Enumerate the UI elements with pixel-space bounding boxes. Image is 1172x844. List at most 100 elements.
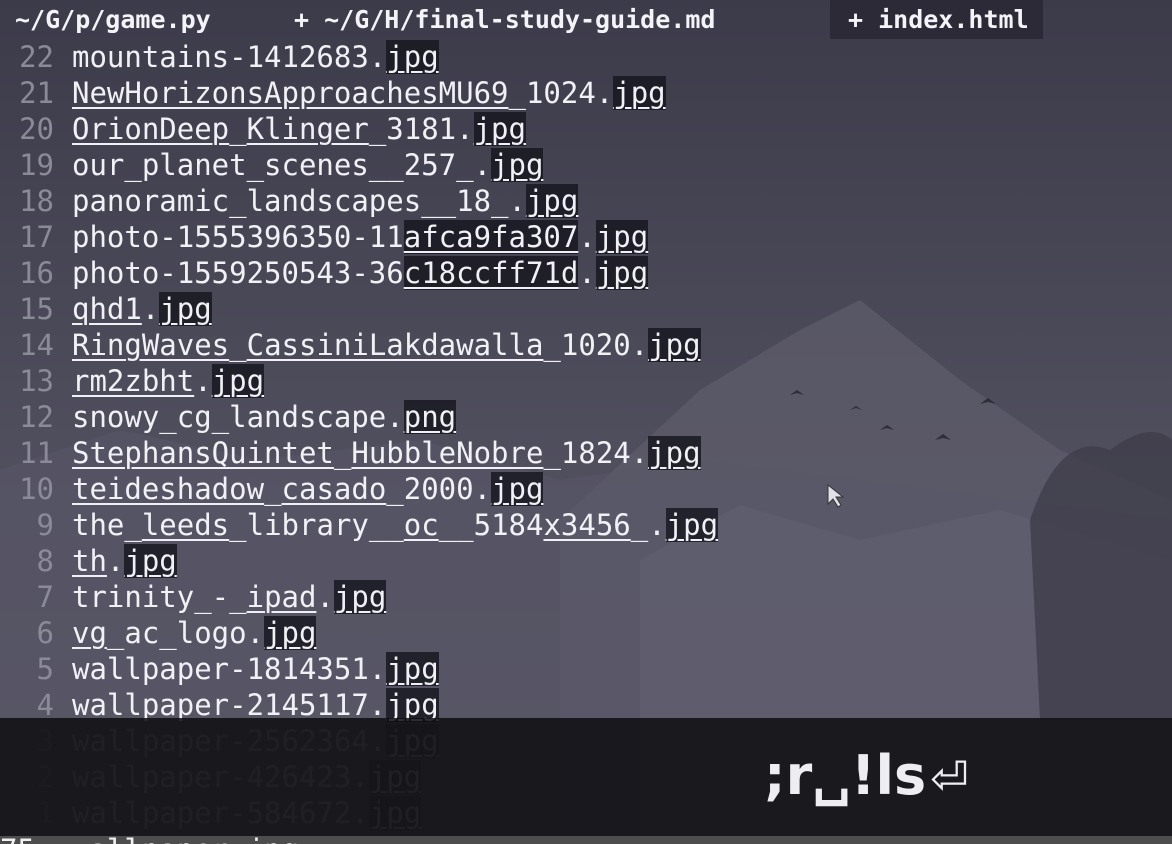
filename-segment: ipad — [246, 580, 317, 614]
buffer-line[interactable]: 11 StephansQuintet_HubbleNobre_1824.jpg — [0, 435, 1172, 471]
highlighted-segment: jpg — [648, 328, 701, 362]
filename-segment: snowy_cg_landscape. — [72, 400, 404, 434]
highlighted-segment: jpg — [595, 220, 649, 254]
line-number: 20 — [19, 112, 54, 146]
highlighted-segment: jpg — [665, 508, 719, 542]
filename-segment: __5184 — [438, 508, 544, 542]
filename-text: mountains-1412683.jpg — [72, 39, 439, 75]
filename-text: photo-1555396350-11afca9fa307.jpg — [72, 219, 649, 255]
buffer-line[interactable]: 21 NewHorizonsApproachesMU69_1024.jpg — [0, 75, 1172, 111]
filename-segment: our_planet_scenes__257_. — [72, 148, 492, 182]
buffer-line[interactable]: 15 qhd1.jpg — [0, 291, 1172, 327]
filename-segment: vg — [72, 616, 107, 650]
highlighted-segment: jpg — [613, 76, 666, 110]
line-number: 19 — [19, 148, 54, 182]
filename-segment: . — [194, 364, 212, 398]
filename-segment: . — [578, 256, 596, 290]
buffer-line[interactable]: 8 th.jpg — [0, 543, 1172, 579]
filename-segment: photo-1559250543-36 — [72, 256, 404, 290]
filename-segment: trinity_-_ — [72, 580, 247, 614]
buffer-line[interactable]: 19 our_planet_scenes__257_.jpg — [0, 147, 1172, 183]
filename-segment: . — [141, 292, 160, 326]
filename-segment: wallpaper-1814351. — [72, 652, 387, 686]
current-line-number: 75 — [0, 836, 35, 844]
buffer-line[interactable]: 16 photo-1559250543-36c18ccff71d.jpg — [0, 255, 1172, 291]
highlighted-segment: jpg — [595, 256, 649, 290]
current-line-row: 75 wallpaper.jpg — [0, 836, 1172, 844]
filename-segment: _ — [264, 472, 282, 506]
filename-segment: panoramic_landscapes__18_. — [72, 184, 526, 218]
line-number: 9 — [36, 508, 54, 542]
highlighted-segment: afca9fa307 — [403, 220, 579, 254]
line-number: 12 — [19, 400, 54, 434]
filename-segment: _ac_logo. — [106, 616, 265, 650]
filename-text: th.jpg — [72, 543, 177, 579]
highlighted-segment: jpg — [648, 436, 701, 470]
highlighted-segment: jpg — [386, 688, 439, 722]
filename-text: snowy_cg_landscape.png — [72, 399, 457, 435]
tab-index-html[interactable]: + index.html — [830, 0, 1043, 39]
filename-segment: rm2zbht — [72, 364, 195, 398]
filename-segment: RingWaves — [72, 328, 230, 362]
filename-segment: teideshadow — [72, 472, 265, 506]
line-number: 6 — [36, 616, 54, 650]
buffer-line[interactable]: 14 RingWaves_CassiniLakdawalla_1020.jpg — [0, 327, 1172, 363]
line-number: 14 — [19, 328, 54, 362]
line-number: 22 — [19, 40, 54, 74]
filename-segment: _1824. — [543, 436, 649, 470]
buffer-line[interactable]: 12 snowy_cg_landscape.png — [0, 399, 1172, 435]
filename-segment: the_ — [72, 508, 142, 542]
keystroke-text: ;r␣!ls — [764, 744, 927, 807]
filename-segment: _library__ — [229, 508, 404, 542]
highlighted-segment: jpg — [491, 472, 544, 506]
filename-segment: wallpaper-2145117. — [72, 688, 387, 722]
filename-segment: _3181. — [368, 112, 474, 146]
line-number: 10 — [19, 472, 54, 506]
line-number: 8 — [36, 544, 54, 578]
filename-segment: _1020. — [543, 328, 649, 362]
filename-text: NewHorizonsApproachesMU69_1024.jpg — [72, 75, 666, 111]
file-list-buffer: 22 mountains-1412683.jpg 21 NewHorizonsAppr… — [0, 39, 1172, 831]
buffer-line[interactable]: 6 vg_ac_logo.jpg — [0, 615, 1172, 651]
buffer-line[interactable]: 17 photo-1555396350-11afca9fa307.jpg — [0, 219, 1172, 255]
highlighted-segment: jpg — [525, 184, 579, 218]
highlighted-segment: jpg — [386, 652, 439, 686]
buffer-line[interactable]: 18 panoramic_landscapes__18_.jpg — [0, 183, 1172, 219]
filename-text: StephansQuintet_HubbleNobre_1824.jpg — [72, 435, 701, 471]
buffer-line[interactable]: 22 mountains-1412683.jpg — [0, 39, 1172, 75]
filename-segment: _ — [333, 436, 352, 470]
highlighted-segment: jpg — [473, 112, 526, 146]
line-number: 17 — [19, 220, 54, 254]
filename-segment: . — [106, 544, 125, 578]
filename-text: wallpaper-1814351.jpg — [72, 651, 439, 687]
filename-text: rm2zbht.jpg — [72, 363, 265, 399]
filename-text: our_planet_scenes__257_.jpg — [72, 147, 544, 183]
filename-text: the_leeds_library__oc__5184x3456_.jpg — [72, 507, 719, 543]
line-number: 11 — [19, 436, 54, 470]
filename-segment: CassiniLakdawalla — [246, 328, 544, 362]
filename-text: panoramic_landscapes__18_.jpg — [72, 183, 579, 219]
highlighted-segment: jpg — [159, 292, 212, 326]
filename-segment: qhd1 — [72, 292, 142, 326]
filename-segment: . — [578, 220, 596, 254]
buffer-line[interactable]: 13 rm2zbht.jpg — [0, 363, 1172, 399]
buffer-line[interactable]: 5 wallpaper-1814351.jpg — [0, 651, 1172, 687]
buffer-line[interactable]: 9 the_leeds_library__oc__5184x3456_.jpg — [0, 507, 1172, 543]
buffer-line[interactable]: 10 teideshadow_casado_2000.jpg — [0, 471, 1172, 507]
filename-segment: _2000. — [386, 472, 492, 506]
filename-segment: . — [316, 580, 334, 614]
filename-segment: th — [72, 544, 107, 578]
filename-segment: _ — [229, 112, 247, 146]
return-key-icon: ⏎ — [930, 751, 969, 805]
filename-segment: StephansQuintet — [72, 436, 334, 470]
filename-text: qhd1.jpg — [72, 291, 212, 327]
filename-segment: Klinger — [246, 112, 369, 146]
tab-game-py[interactable]: ~/G/p/game.py — [15, 0, 211, 39]
buffer-line[interactable]: 7 trinity_-_ipad.jpg — [0, 579, 1172, 615]
line-number: 21 — [19, 76, 54, 110]
buffer-line[interactable]: 20 OrionDeep_Klinger_3181.jpg — [0, 111, 1172, 147]
line-number: 13 — [19, 364, 54, 398]
tab-final-study-guide[interactable]: + ~/G/H/final-study-guide.md — [294, 0, 715, 39]
line-number: 5 — [36, 652, 54, 686]
highlighted-segment: jpg — [333, 580, 387, 614]
